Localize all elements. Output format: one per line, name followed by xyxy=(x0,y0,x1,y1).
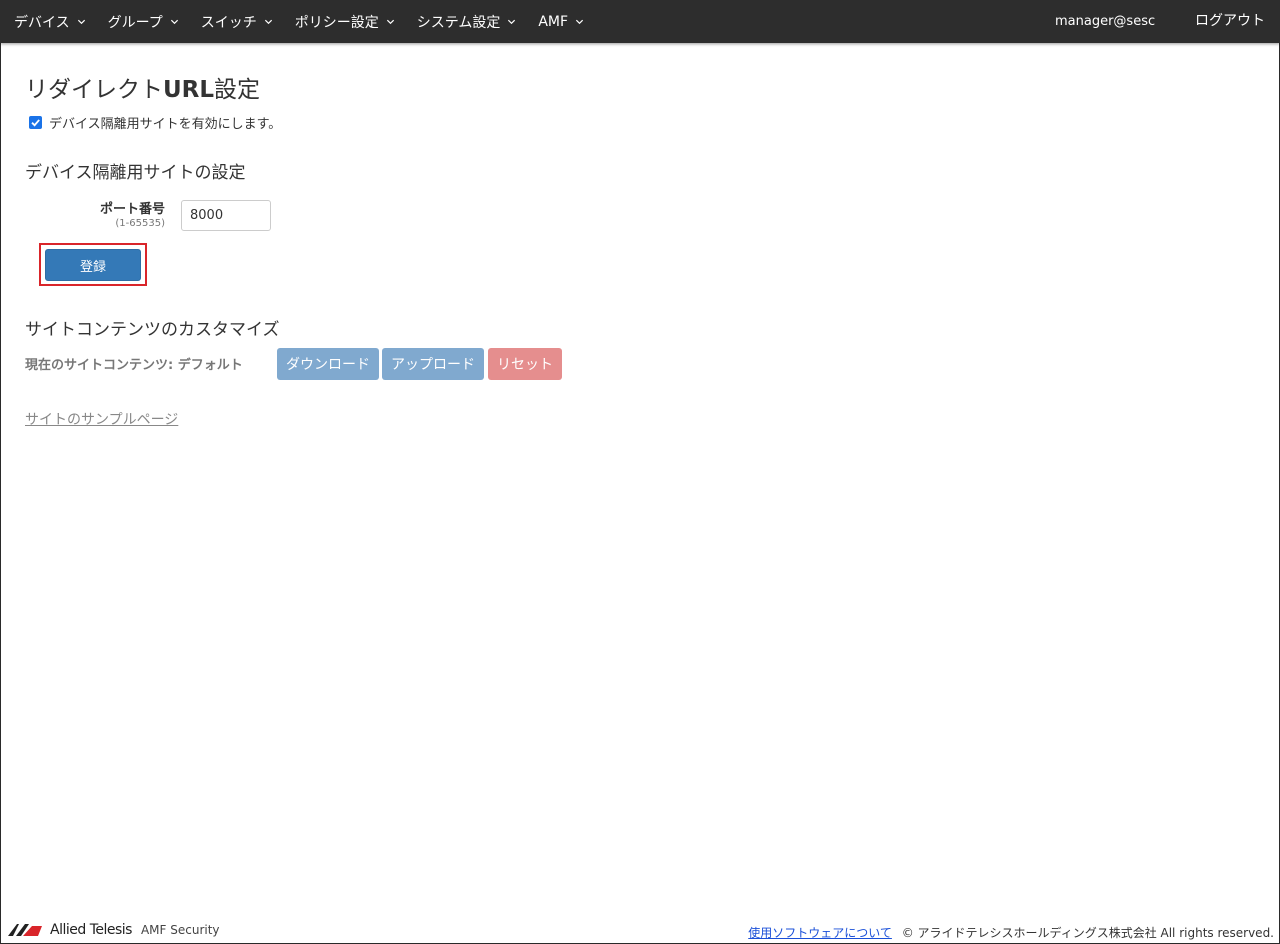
page-title: リダイレクトURL設定 xyxy=(25,70,260,104)
register-button[interactable]: 登録 xyxy=(45,249,141,281)
checkmark-icon xyxy=(31,119,40,127)
current-content-label: 現在のサイトコンテンツ: デフォルト xyxy=(25,358,243,373)
nav-item-label: AMF xyxy=(538,13,569,30)
chevron-down-icon xyxy=(508,19,516,25)
top-navbar: デバイス グループ スイッチ ポリシー設定 システム設定 AMF manager… xyxy=(0,0,1280,43)
nav-menu: デバイス グループ スイッチ ポリシー設定 システム設定 AMF xyxy=(14,0,606,43)
nav-item-amf[interactable]: AMF xyxy=(538,14,584,30)
reset-button[interactable]: リセット xyxy=(488,348,562,380)
upload-button[interactable]: アップロード xyxy=(382,348,484,380)
chevron-down-icon xyxy=(576,19,584,25)
nav-item-switches[interactable]: スイッチ xyxy=(201,12,273,32)
footer-right: 使用ソフトウェアについて © アライドテレシスホールディングス株式会社 All … xyxy=(748,924,1274,941)
page-title-suffix: 設定 xyxy=(214,77,261,103)
enable-isolation-site-checkbox[interactable] xyxy=(29,116,42,129)
chevron-down-icon xyxy=(264,19,272,25)
window-frame xyxy=(0,0,1280,944)
nav-item-system-settings[interactable]: システム設定 xyxy=(417,12,517,32)
copyright-text: © アライドテレシスホールディングス株式会社 All rights reserv… xyxy=(901,926,1274,940)
nav-item-label: スイッチ xyxy=(200,14,257,31)
enable-isolation-site-checkbox-row[interactable]: デバイス隔離用サイトを有効にします。 xyxy=(29,113,281,132)
current-user: manager@sesc xyxy=(1055,14,1156,29)
nav-item-devices[interactable]: デバイス xyxy=(14,12,86,32)
chevron-down-icon xyxy=(386,19,394,25)
download-button[interactable]: ダウンロード xyxy=(277,348,379,380)
nav-item-label: グループ xyxy=(107,14,163,31)
nav-item-label: デバイス xyxy=(14,14,70,31)
port-number-label: ポート番号 xyxy=(99,202,165,217)
port-range-hint: (1-65535) xyxy=(115,218,165,229)
nav-item-groups[interactable]: グループ xyxy=(108,12,179,32)
nav-item-label: システム設定 xyxy=(416,14,501,31)
page-title-prefix: リダイレクト xyxy=(25,77,163,103)
logo-text: Allied Telesis xyxy=(50,922,132,938)
logout-link[interactable]: ログアウト xyxy=(1195,0,1265,43)
chevron-down-icon xyxy=(77,19,85,25)
allied-telesis-logo-icon xyxy=(8,924,42,936)
nav-item-label: ポリシー設定 xyxy=(294,14,379,31)
nav-item-policy-settings[interactable]: ポリシー設定 xyxy=(295,12,395,32)
chevron-down-icon xyxy=(170,19,178,25)
enable-isolation-site-label: デバイス隔離用サイトを有効にします。 xyxy=(49,117,282,132)
port-number-input[interactable] xyxy=(181,200,271,231)
product-name: AMF Security xyxy=(140,923,220,937)
software-info-link[interactable]: 使用ソフトウェアについて xyxy=(748,926,892,940)
page-title-bold: URL xyxy=(163,77,215,103)
site-settings-heading: デバイス隔離用サイトの設定 xyxy=(25,163,246,183)
sample-page-link[interactable]: サイトのサンプルページ xyxy=(25,409,178,429)
footer-logo: Allied Telesis AMF Security xyxy=(8,922,220,938)
customize-heading: サイトコンテンツのカスタマイズ xyxy=(25,320,280,340)
